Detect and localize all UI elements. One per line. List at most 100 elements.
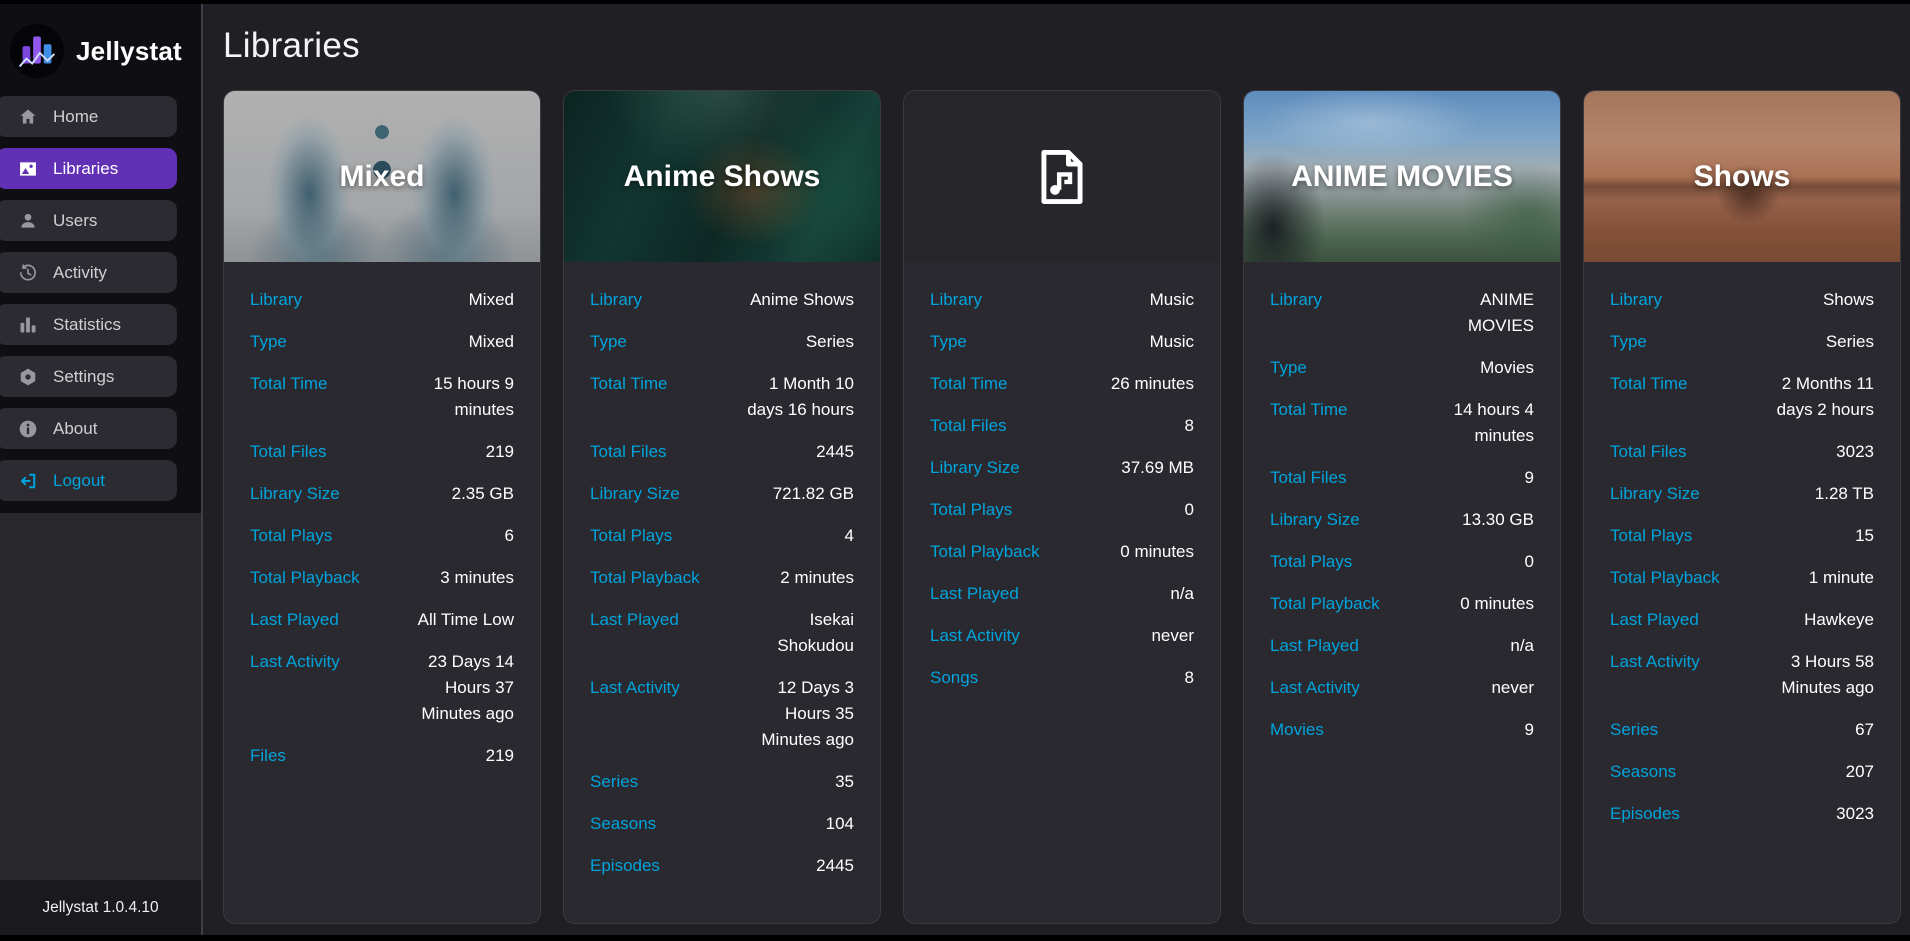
sidebar-item-activity[interactable]: Activity [0,252,177,293]
sidebar-item-users[interactable]: Users [0,200,177,241]
stat-value: 0 [1422,549,1534,575]
stat-value: 1 Month 10 days 16 hours [742,371,854,423]
library-banner-title: Shows [1694,160,1791,194]
stat-row-seasons: Seasons 104 [590,803,854,845]
stat-label: Library [930,287,982,313]
sidebar-nav-container: Jellystat Home Libraries Users Activity … [0,4,201,513]
stat-row-movies: Movies 9 [1270,709,1534,751]
stat-value: 3023 [1762,801,1874,827]
stat-label: Total Playback [590,565,700,591]
statistics-icon [18,315,38,335]
sidebar-menu: Home Libraries Users Activity Statistics… [0,96,177,501]
stat-label: Seasons [1610,759,1676,785]
library-card-shows[interactable]: Shows Library Shows Type Series Total Ti… [1583,90,1901,924]
stat-value: 2445 [742,853,854,879]
stat-value: 9 [1422,465,1534,491]
stat-label: Total Plays [1610,523,1692,549]
stat-label: Library Size [590,481,680,507]
stat-row-last-played: Last Played All Time Low [250,599,514,641]
library-stats-list: Library Mixed Type Mixed Total Time 15 h… [224,262,540,777]
library-banner-image: Anime Shows [564,91,880,262]
stat-row-library-size: Library Size 37.69 MB [930,447,1194,489]
stat-row-library: Library Music [930,279,1194,321]
jellystat-logo-icon [10,24,64,78]
stat-value: 14 hours 4 minutes [1422,397,1534,449]
stat-value: 3023 [1762,439,1874,465]
library-banner-image: ANIME MOVIES [1244,91,1560,262]
stat-label: Last Played [930,581,1019,607]
stat-row-total-files: Total Files 3023 [1610,431,1874,473]
stat-label: Last Played [590,607,679,633]
stat-row-library-size: Library Size 1.28 TB [1610,473,1874,515]
stat-label: Series [1610,717,1658,743]
page-title: Libraries [223,26,1910,66]
stat-value: 15 hours 9 minutes [402,371,514,423]
library-stats-list: Library Music Type Music Total Time 26 m… [904,262,1220,699]
stat-value: Anime Shows [742,287,854,313]
stat-value: Mixed [402,287,514,313]
library-card-anime-shows[interactable]: Anime Shows Library Anime Shows Type Ser… [563,90,881,924]
stat-label: Library [250,287,302,313]
app-version-label: Jellystat 1.0.4.10 [42,899,158,917]
stat-label: Last Activity [930,623,1020,649]
sidebar-item-settings[interactable]: Settings [0,356,177,397]
stat-value: 37.69 MB [1082,455,1194,481]
stat-row-total-files: Total Files 9 [1270,457,1534,499]
stat-label: Total Time [1270,397,1347,423]
music-file-icon [1031,142,1093,212]
stat-value: 0 minutes [1422,591,1534,617]
stat-value: 219 [402,743,514,769]
library-stats-list: Library Anime Shows Type Series Total Ti… [564,262,880,887]
library-card-music[interactable]: Library Music Type Music Total Time 26 m… [903,90,1221,924]
stat-label: Total Playback [1610,565,1720,591]
stat-label: Last Played [250,607,339,633]
stat-label: Episodes [590,853,660,879]
sidebar-item-home[interactable]: Home [0,96,177,137]
stat-row-library-size: Library Size 2.35 GB [250,473,514,515]
library-card-anime-movies[interactable]: ANIME MOVIES Library ANIME MOVIES Type M… [1243,90,1561,924]
stat-value: 207 [1762,759,1874,785]
stat-row-total-plays: Total Plays 15 [1610,515,1874,557]
stat-row-total-time: Total Time 26 minutes [930,363,1194,405]
stat-row-library: Library Anime Shows [590,279,854,321]
stat-value: All Time Low [402,607,514,633]
app-logo[interactable]: Jellystat [0,16,177,96]
stat-value: Isekai Shokudou [742,607,854,659]
stat-row-library: Library Mixed [250,279,514,321]
stat-label: Total Files [250,439,327,465]
stat-row-last-played: Last Played Hawkeye [1610,599,1874,641]
stat-label: Library Size [930,455,1020,481]
stat-label: Library [590,287,642,313]
stat-row-last-activity: Last Activity never [1270,667,1534,709]
stat-row-total-files: Total Files 2445 [590,431,854,473]
library-banner-image: Shows [1584,91,1900,262]
stat-row-songs: Songs 8 [930,657,1194,699]
stat-row-library: Library Shows [1610,279,1874,321]
stat-row-series: Series 67 [1610,709,1874,751]
stat-value: Series [1762,329,1874,355]
stat-value: 0 [1082,497,1194,523]
stat-label: Type [1610,329,1647,355]
stat-label: Series [590,769,638,795]
stat-value: 2.35 GB [402,481,514,507]
sidebar-item-libraries[interactable]: Libraries [0,148,177,189]
stat-value: 8 [1082,413,1194,439]
stat-row-library-size: Library Size 13.30 GB [1270,499,1534,541]
sidebar-item-about[interactable]: About [0,408,177,449]
library-card-mixed[interactable]: Mixed Library Mixed Type Mixed Total Tim… [223,90,541,924]
stat-label: Library Size [250,481,340,507]
sidebar-item-statistics[interactable]: Statistics [0,304,177,345]
stat-value: 9 [1422,717,1534,743]
stat-row-total-files: Total Files 219 [250,431,514,473]
stat-row-files: Files 219 [250,735,514,777]
stat-value: 26 minutes [1082,371,1194,397]
stat-value: 104 [742,811,854,837]
stat-value: Mixed [402,329,514,355]
stat-label: Total Time [930,371,1007,397]
stat-value: never [1082,623,1194,649]
stat-row-last-activity: Last Activity never [930,615,1194,657]
stat-label: Episodes [1610,801,1680,827]
stat-row-last-activity: Last Activity 23 Days 14 Hours 37 Minute… [250,641,514,735]
stat-label: Last Played [1610,607,1699,633]
sidebar-item-logout[interactable]: Logout [0,460,177,501]
